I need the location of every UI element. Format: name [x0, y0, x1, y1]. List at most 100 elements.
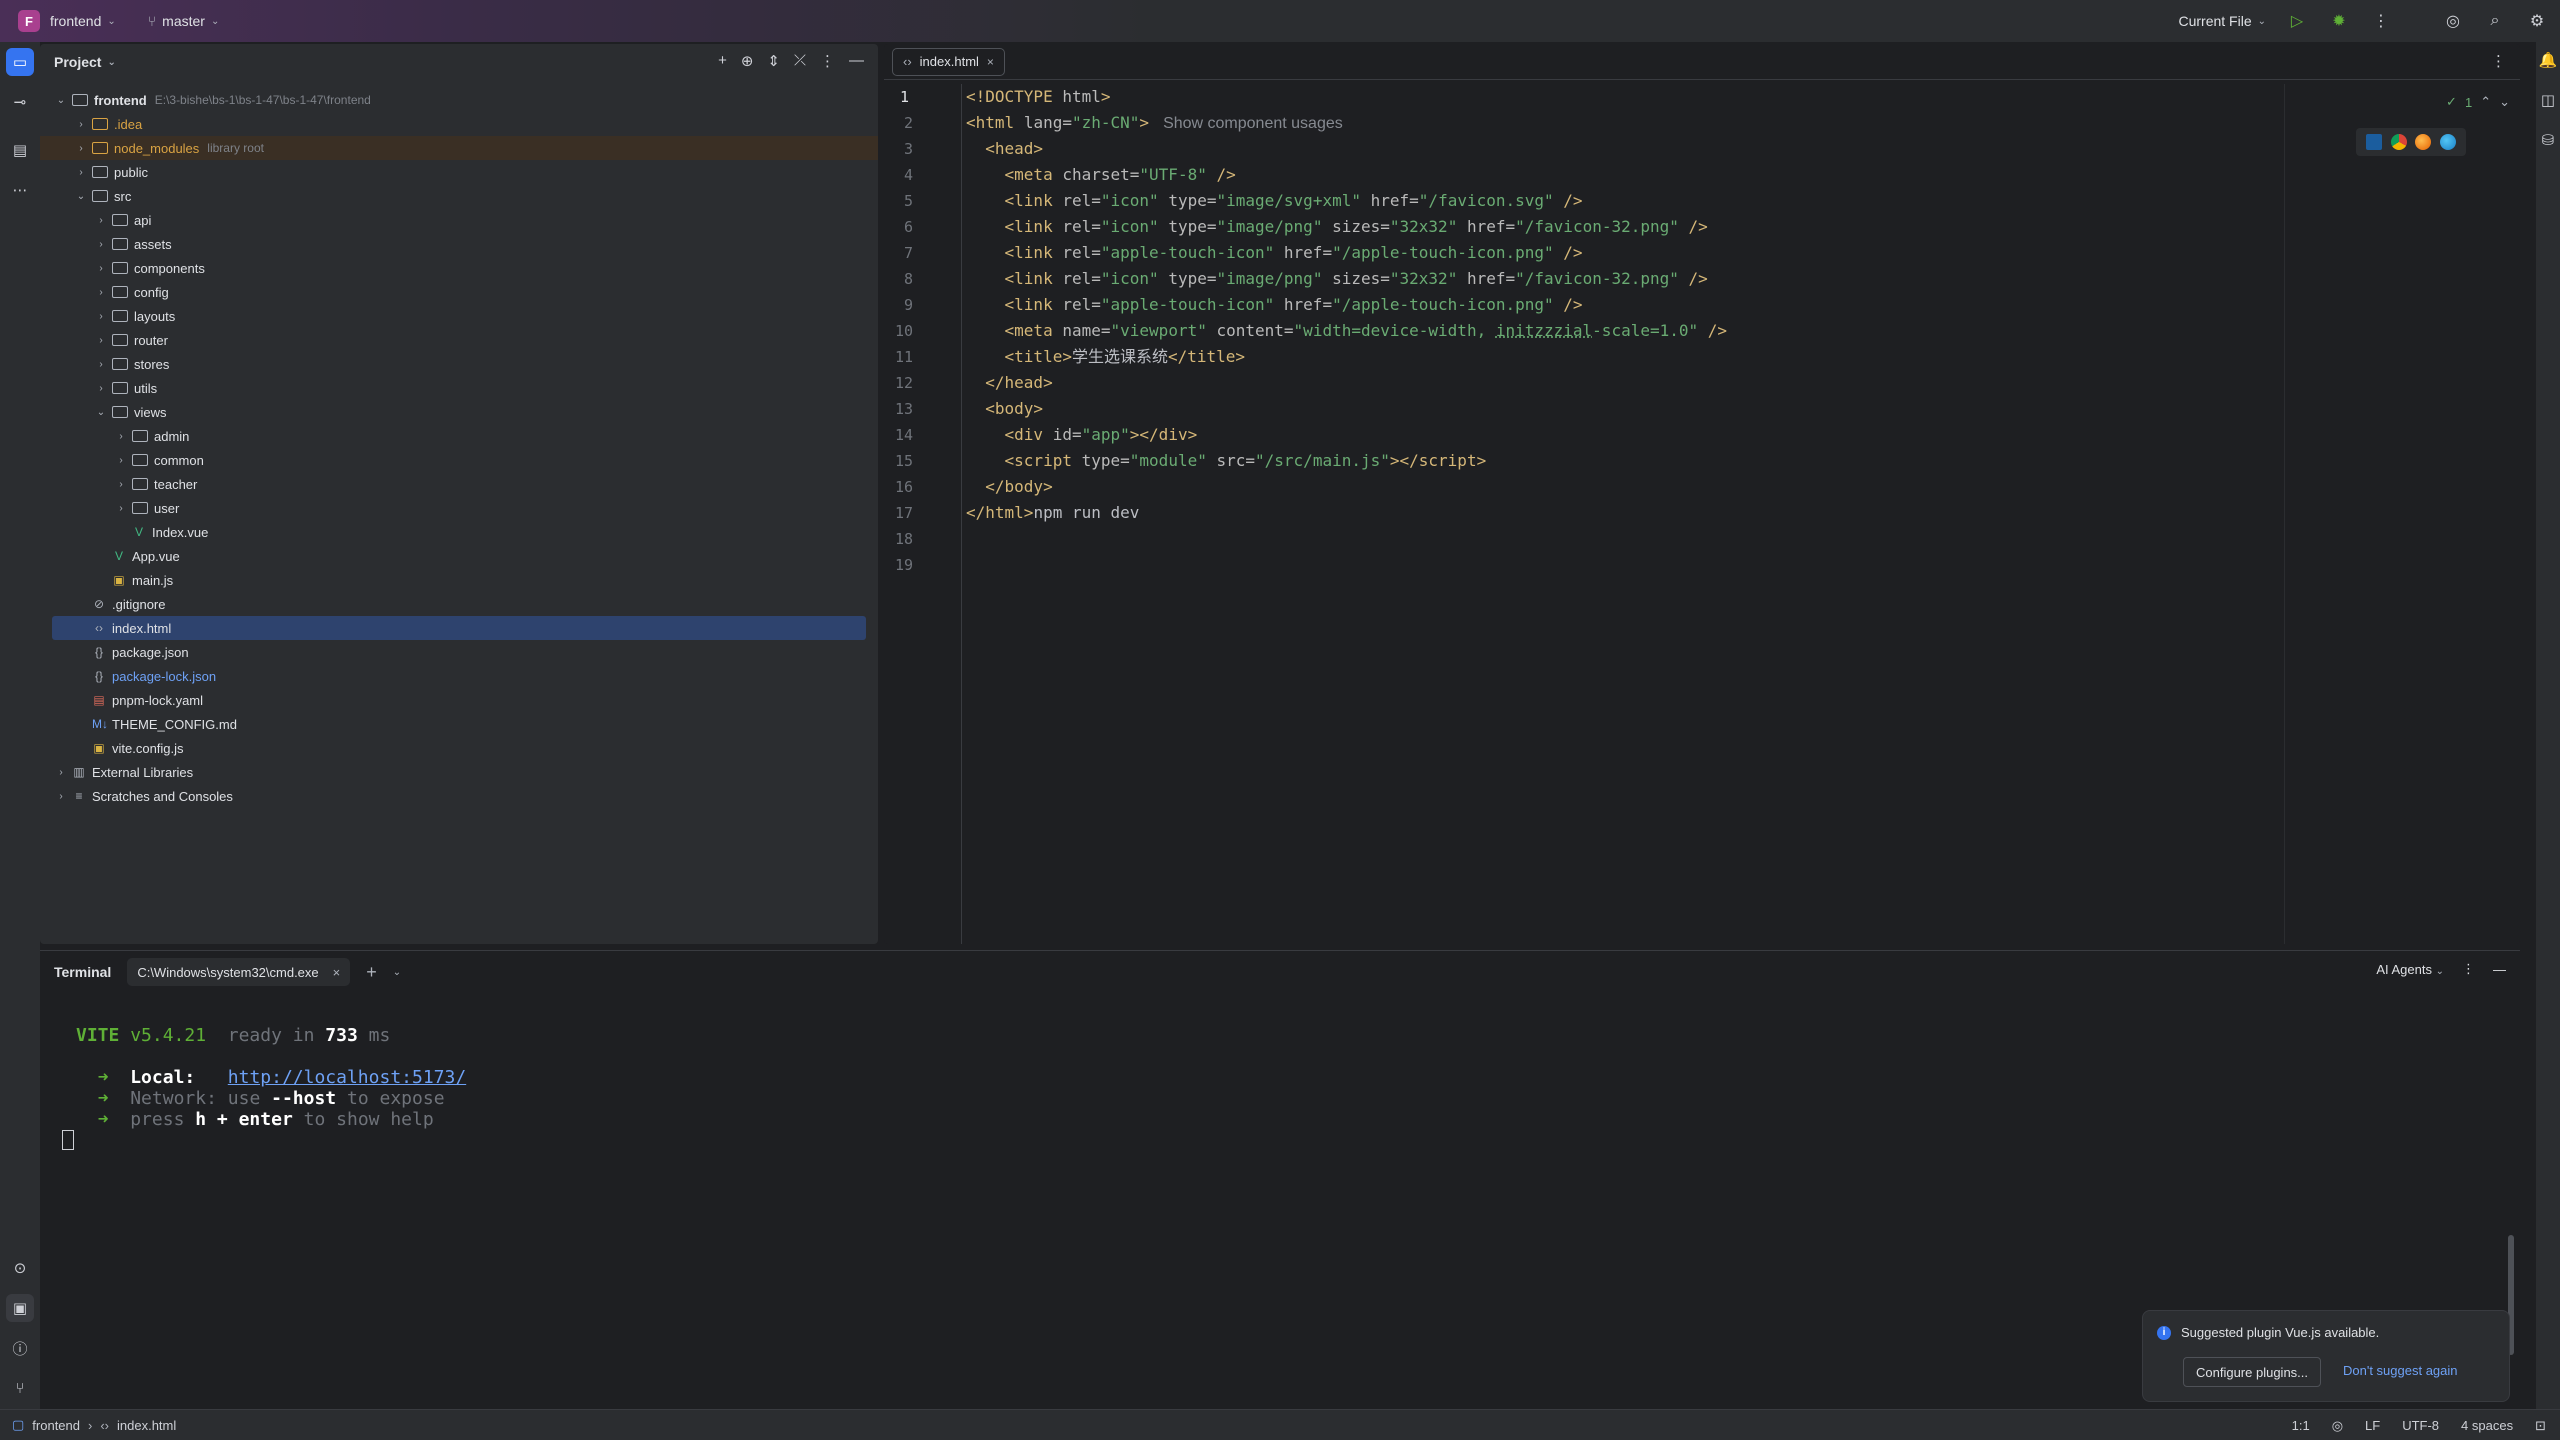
tree-item[interactable]: › public: [40, 160, 878, 184]
gear-icon[interactable]: ⚙: [2526, 10, 2548, 32]
line-number: 8: [903, 270, 913, 288]
close-icon[interactable]: ×: [333, 965, 341, 980]
ai-status-icon[interactable]: ◎: [2332, 1418, 2343, 1434]
project-tool-icon[interactable]: ▭: [6, 48, 34, 76]
expand-all-icon[interactable]: ⇕: [767, 52, 780, 70]
structure-icon[interactable]: ▤: [6, 136, 34, 164]
tree-item-label: config: [134, 284, 169, 300]
more-vertical-icon[interactable]: ⋮: [820, 52, 835, 70]
tree-item[interactable]: › utils: [40, 376, 878, 400]
tree-item-label: Index.vue: [152, 524, 209, 540]
tree-item[interactable]: › config: [40, 280, 878, 304]
breadcrumb-project[interactable]: frontend: [32, 1418, 80, 1433]
chevron-down-icon[interactable]: ⌄: [2499, 94, 2510, 110]
notifications-icon[interactable]: 🔔: [2534, 46, 2560, 74]
locate-icon[interactable]: ⊕: [741, 52, 754, 70]
tree-item-label: common: [154, 452, 204, 468]
run-icon[interactable]: ▷: [2286, 10, 2308, 32]
configure-plugins-button[interactable]: Configure plugins...: [2183, 1357, 2322, 1387]
tree-item[interactable]: V App.vue: [40, 544, 878, 568]
tree-item[interactable]: ▣ vite.config.js: [40, 736, 878, 760]
database-icon[interactable]: ⛁: [2534, 126, 2560, 154]
collapse-all-icon[interactable]: ⤫: [794, 52, 806, 70]
tree-item[interactable]: ⌄ views: [40, 400, 878, 424]
tree-item[interactable]: {} package.json: [40, 640, 878, 664]
caret-position[interactable]: 1:1: [2292, 1418, 2310, 1433]
git-branch-icon: ⑂: [147, 13, 157, 29]
more-vertical-icon[interactable]: ⋮: [2462, 961, 2475, 977]
tree-item[interactable]: › teacher: [40, 472, 878, 496]
ai-assistant-icon[interactable]: ◎: [2442, 10, 2464, 32]
tree-item[interactable]: › assets: [40, 232, 878, 256]
line-separator[interactable]: LF: [2365, 1418, 2380, 1433]
local-url-link[interactable]: http://localhost:5173/: [228, 1067, 466, 1088]
editor-tab-index-html[interactable]: ‹› index.html ×: [892, 47, 1005, 76]
debug-icon[interactable]: ✹: [2328, 10, 2350, 32]
search-icon[interactable]: ⌕: [2484, 10, 2506, 32]
component-usages-hint[interactable]: Show component usages: [1163, 115, 1343, 132]
tree-item[interactable]: ▣ main.js: [40, 568, 878, 592]
tree-item[interactable]: ⊘ .gitignore: [40, 592, 878, 616]
terminal-tool-icon[interactable]: ▣: [6, 1294, 34, 1322]
tree-item[interactable]: › components: [40, 256, 878, 280]
chrome-icon[interactable]: [2390, 134, 2407, 150]
line-number: 12: [894, 374, 913, 392]
project-selector[interactable]: frontend ⌄: [50, 13, 116, 29]
firefox-icon[interactable]: [2415, 134, 2432, 150]
code-area[interactable]: <!DOCTYPE html> <html lang="zh-CN"> Show …: [964, 84, 2520, 944]
minimize-icon[interactable]: —: [2493, 962, 2506, 977]
chevron-up-icon[interactable]: ⌃: [2480, 94, 2491, 110]
run-config-selector[interactable]: Current File ⌄: [2178, 13, 2266, 29]
ai-agents-selector[interactable]: AI Agents ⌄: [2376, 962, 2444, 977]
add-icon[interactable]: +: [718, 52, 727, 70]
tree-item[interactable]: › router: [40, 328, 878, 352]
tree-item[interactable]: ▤ pnpm-lock.yaml: [40, 688, 878, 712]
lock-icon[interactable]: ⊡: [2535, 1418, 2546, 1434]
jetbrains-browser-icon[interactable]: [2366, 134, 2383, 150]
add-icon[interactable]: +: [366, 962, 377, 983]
left-tool-strip: ▭ ⊸ ▤ ⋯ ⊙ ▣ ⓘ ⑂: [0, 42, 40, 1409]
tree-item[interactable]: › common: [40, 448, 878, 472]
ai-chat-icon[interactable]: ◫: [2534, 86, 2560, 114]
tree-item[interactable]: › .idea: [40, 112, 878, 136]
project-badge[interactable]: F: [18, 10, 40, 32]
problems-icon[interactable]: ⓘ: [6, 1334, 34, 1362]
more-vertical-icon[interactable]: ⋮: [2370, 10, 2392, 32]
commit-icon[interactable]: ⊸: [6, 88, 34, 116]
file-encoding[interactable]: UTF-8: [2402, 1418, 2439, 1433]
js-file-icon: ▣: [113, 573, 125, 587]
folder-icon: [112, 406, 128, 418]
tree-item[interactable]: ⌄ src: [40, 184, 878, 208]
dont-suggest-link[interactable]: Don't suggest again: [2343, 1363, 2458, 1378]
terminal-output[interactable]: VITE v5.4.21 ready in 733 ms ➜ Local: ht…: [62, 1025, 466, 1154]
tree-item[interactable]: › user: [40, 496, 878, 520]
tree-item[interactable]: › node_modules library root: [40, 136, 878, 160]
breadcrumb-file[interactable]: index.html: [117, 1418, 176, 1433]
tree-item[interactable]: M↓ THEME_CONFIG.md: [40, 712, 878, 736]
tree-item-selected[interactable]: ‹› index.html: [52, 616, 866, 640]
tree-item[interactable]: › api: [40, 208, 878, 232]
tree-item[interactable]: › layouts: [40, 304, 878, 328]
tree-item[interactable]: {} package-lock.json: [40, 664, 878, 688]
minimize-icon[interactable]: —: [849, 52, 864, 70]
close-icon[interactable]: ×: [987, 55, 994, 69]
edge-icon[interactable]: [2439, 134, 2456, 150]
tree-root[interactable]: ⌄ frontend E:\3-bishe\bs-1\bs-1-47\bs-1-…: [40, 88, 878, 112]
tree-item[interactable]: › admin: [40, 424, 878, 448]
terminal-prompt[interactable]: [62, 1130, 466, 1154]
tree-item[interactable]: › stores: [40, 352, 878, 376]
tree-item[interactable]: › ≡ Scratches and Consoles: [40, 784, 878, 808]
tree-item[interactable]: › ▥ External Libraries: [40, 760, 878, 784]
indent-setting[interactable]: 4 spaces: [2461, 1418, 2513, 1433]
services-icon[interactable]: ⊙: [6, 1254, 34, 1282]
network-label: Network:: [130, 1088, 217, 1109]
chevron-down-icon[interactable]: ⌄: [393, 967, 401, 978]
tree-item[interactable]: V Index.vue: [40, 520, 878, 544]
terminal-tab[interactable]: C:\Windows\system32\cmd.exe ×: [127, 958, 351, 986]
inspection-widget[interactable]: ✓ 1 ⌃ ⌄: [2446, 94, 2510, 110]
git-icon[interactable]: ⑂: [6, 1374, 34, 1402]
branch-selector[interactable]: ⑂ master ⌄: [148, 13, 220, 29]
more-tools-icon[interactable]: ⋯: [6, 176, 34, 204]
inspection-count: 1: [2464, 94, 2473, 110]
more-vertical-icon[interactable]: ⋮: [2491, 52, 2506, 70]
